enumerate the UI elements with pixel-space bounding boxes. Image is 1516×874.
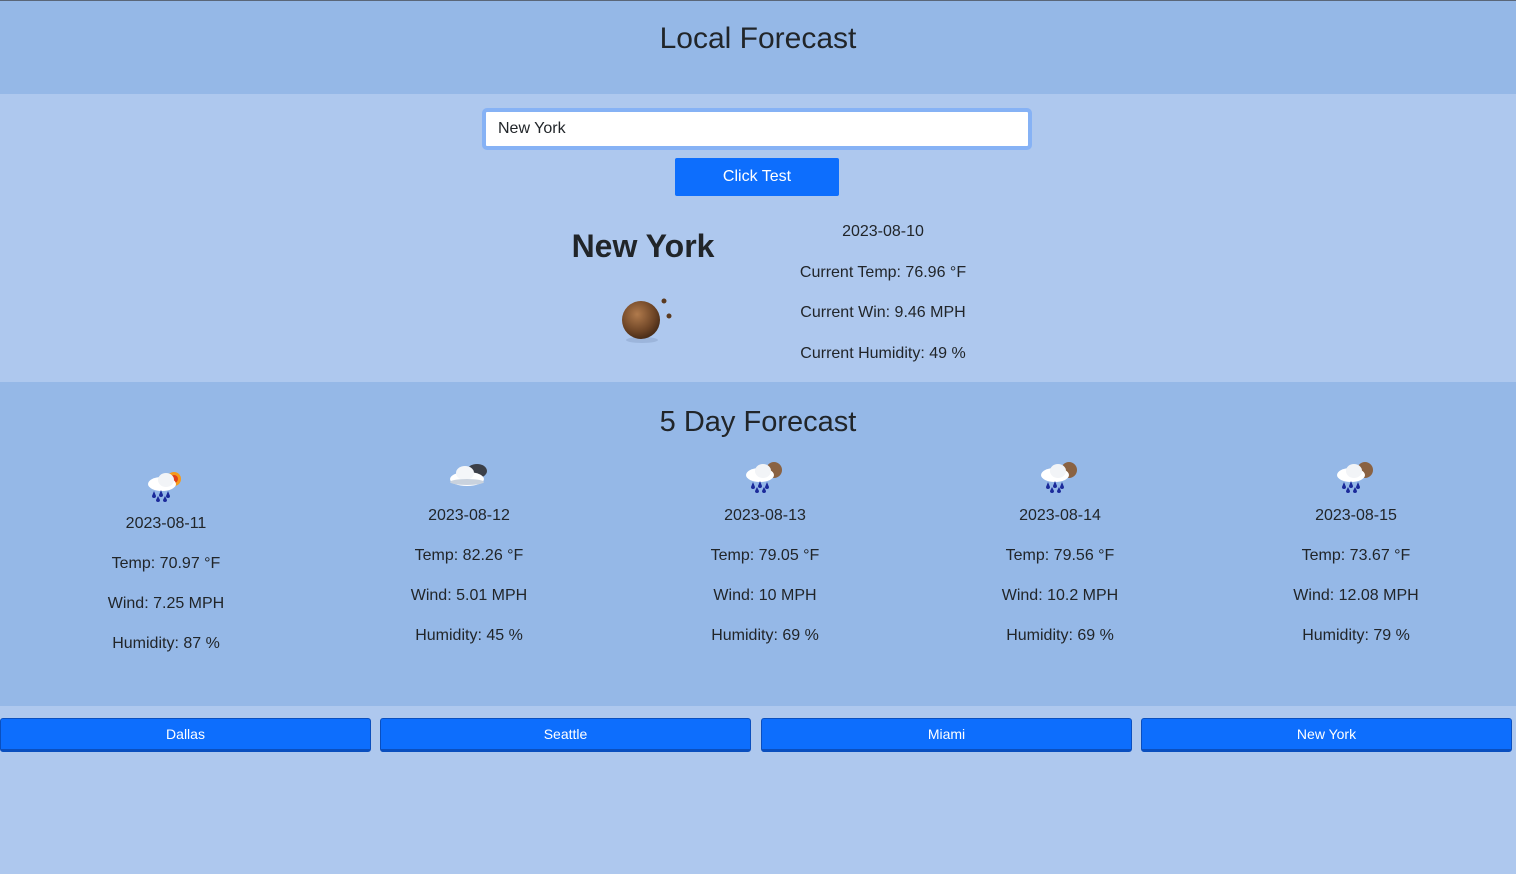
forecast-temp: Temp: 79.56 °F [1005, 547, 1115, 564]
history-button-dallas[interactable]: Dallas [0, 718, 371, 752]
forecast-humidity: Humidity: 45 % [415, 627, 523, 644]
cloudy-icon [359, 460, 579, 506]
forecast-day-card: 2023-08-13 Temp: 79.05 °F Wind: 10 MPH H… [655, 460, 875, 666]
current-wind: Current Win: 9.46 MPH [800, 304, 966, 322]
current-weather-details: 2023-08-10 Current Temp: 76.96 °F Curren… [763, 222, 1003, 385]
forecast-humidity: Humidity: 79 % [1302, 627, 1410, 644]
moon-night-icon [612, 292, 676, 346]
forecast-date: 2023-08-11 [125, 515, 207, 532]
five-day-forecast-section: 5 Day Forecast 2023-08-11 Temp: 70.97 °F… [0, 382, 1516, 706]
current-weather-section: Click Test New York 2023-08-10 Current T… [0, 94, 1516, 382]
history-button-seattle[interactable]: Seattle [380, 718, 751, 752]
forecast-humidity: Humidity: 87 % [112, 635, 220, 652]
rain-night-icon [950, 460, 1170, 506]
current-city-name: New York [571, 228, 715, 264]
forecast-date: 2023-08-13 [724, 507, 806, 524]
forecast-day-card: 2023-08-11 Temp: 70.97 °F Wind: 7.25 MPH… [56, 468, 276, 674]
forecast-wind: Wind: 12.08 MPH [1293, 587, 1419, 604]
page-header: Local Forecast [0, 1, 1516, 94]
history-button-miami[interactable]: Miami [761, 718, 1132, 752]
rain-sun-icon [56, 468, 276, 514]
current-date: 2023-08-10 [842, 223, 924, 240]
search-history-bar: Dallas Seattle Miami New York [0, 718, 1516, 752]
history-button-new-york[interactable]: New York [1141, 718, 1512, 752]
current-temp: Current Temp: 76.96 °F [799, 263, 967, 281]
forecast-date: 2023-08-12 [428, 507, 510, 524]
rain-night-icon [655, 460, 875, 506]
current-humidity: Current Humidity: 49 % [800, 345, 966, 363]
forecast-humidity: Humidity: 69 % [711, 627, 819, 644]
forecast-day-card: 2023-08-14 Temp: 79.56 °F Wind: 10.2 MPH… [950, 460, 1170, 666]
forecast-temp: Temp: 70.97 °F [111, 555, 221, 572]
forecast-title: 5 Day Forecast [659, 406, 857, 438]
forecast-day-card: 2023-08-12 Temp: 82.26 °F Wind: 5.01 MPH… [359, 460, 579, 666]
city-search-input[interactable] [482, 108, 1032, 150]
page-title: Local Forecast [659, 22, 857, 55]
forecast-wind: Wind: 5.01 MPH [410, 587, 528, 604]
forecast-temp: Temp: 73.67 °F [1301, 547, 1411, 564]
rain-night-icon [1246, 460, 1466, 506]
search-button[interactable]: Click Test [675, 158, 839, 196]
forecast-humidity: Humidity: 69 % [1006, 627, 1114, 644]
forecast-temp: Temp: 82.26 °F [414, 547, 524, 564]
forecast-date: 2023-08-15 [1315, 507, 1397, 524]
forecast-date: 2023-08-14 [1019, 507, 1101, 524]
forecast-day-card: 2023-08-15 Temp: 73.67 °F Wind: 12.08 MP… [1246, 460, 1466, 666]
forecast-wind: Wind: 7.25 MPH [107, 595, 225, 612]
forecast-wind: Wind: 10.2 MPH [1001, 587, 1119, 604]
forecast-wind: Wind: 10 MPH [713, 587, 817, 604]
forecast-temp: Temp: 79.05 °F [710, 547, 820, 564]
